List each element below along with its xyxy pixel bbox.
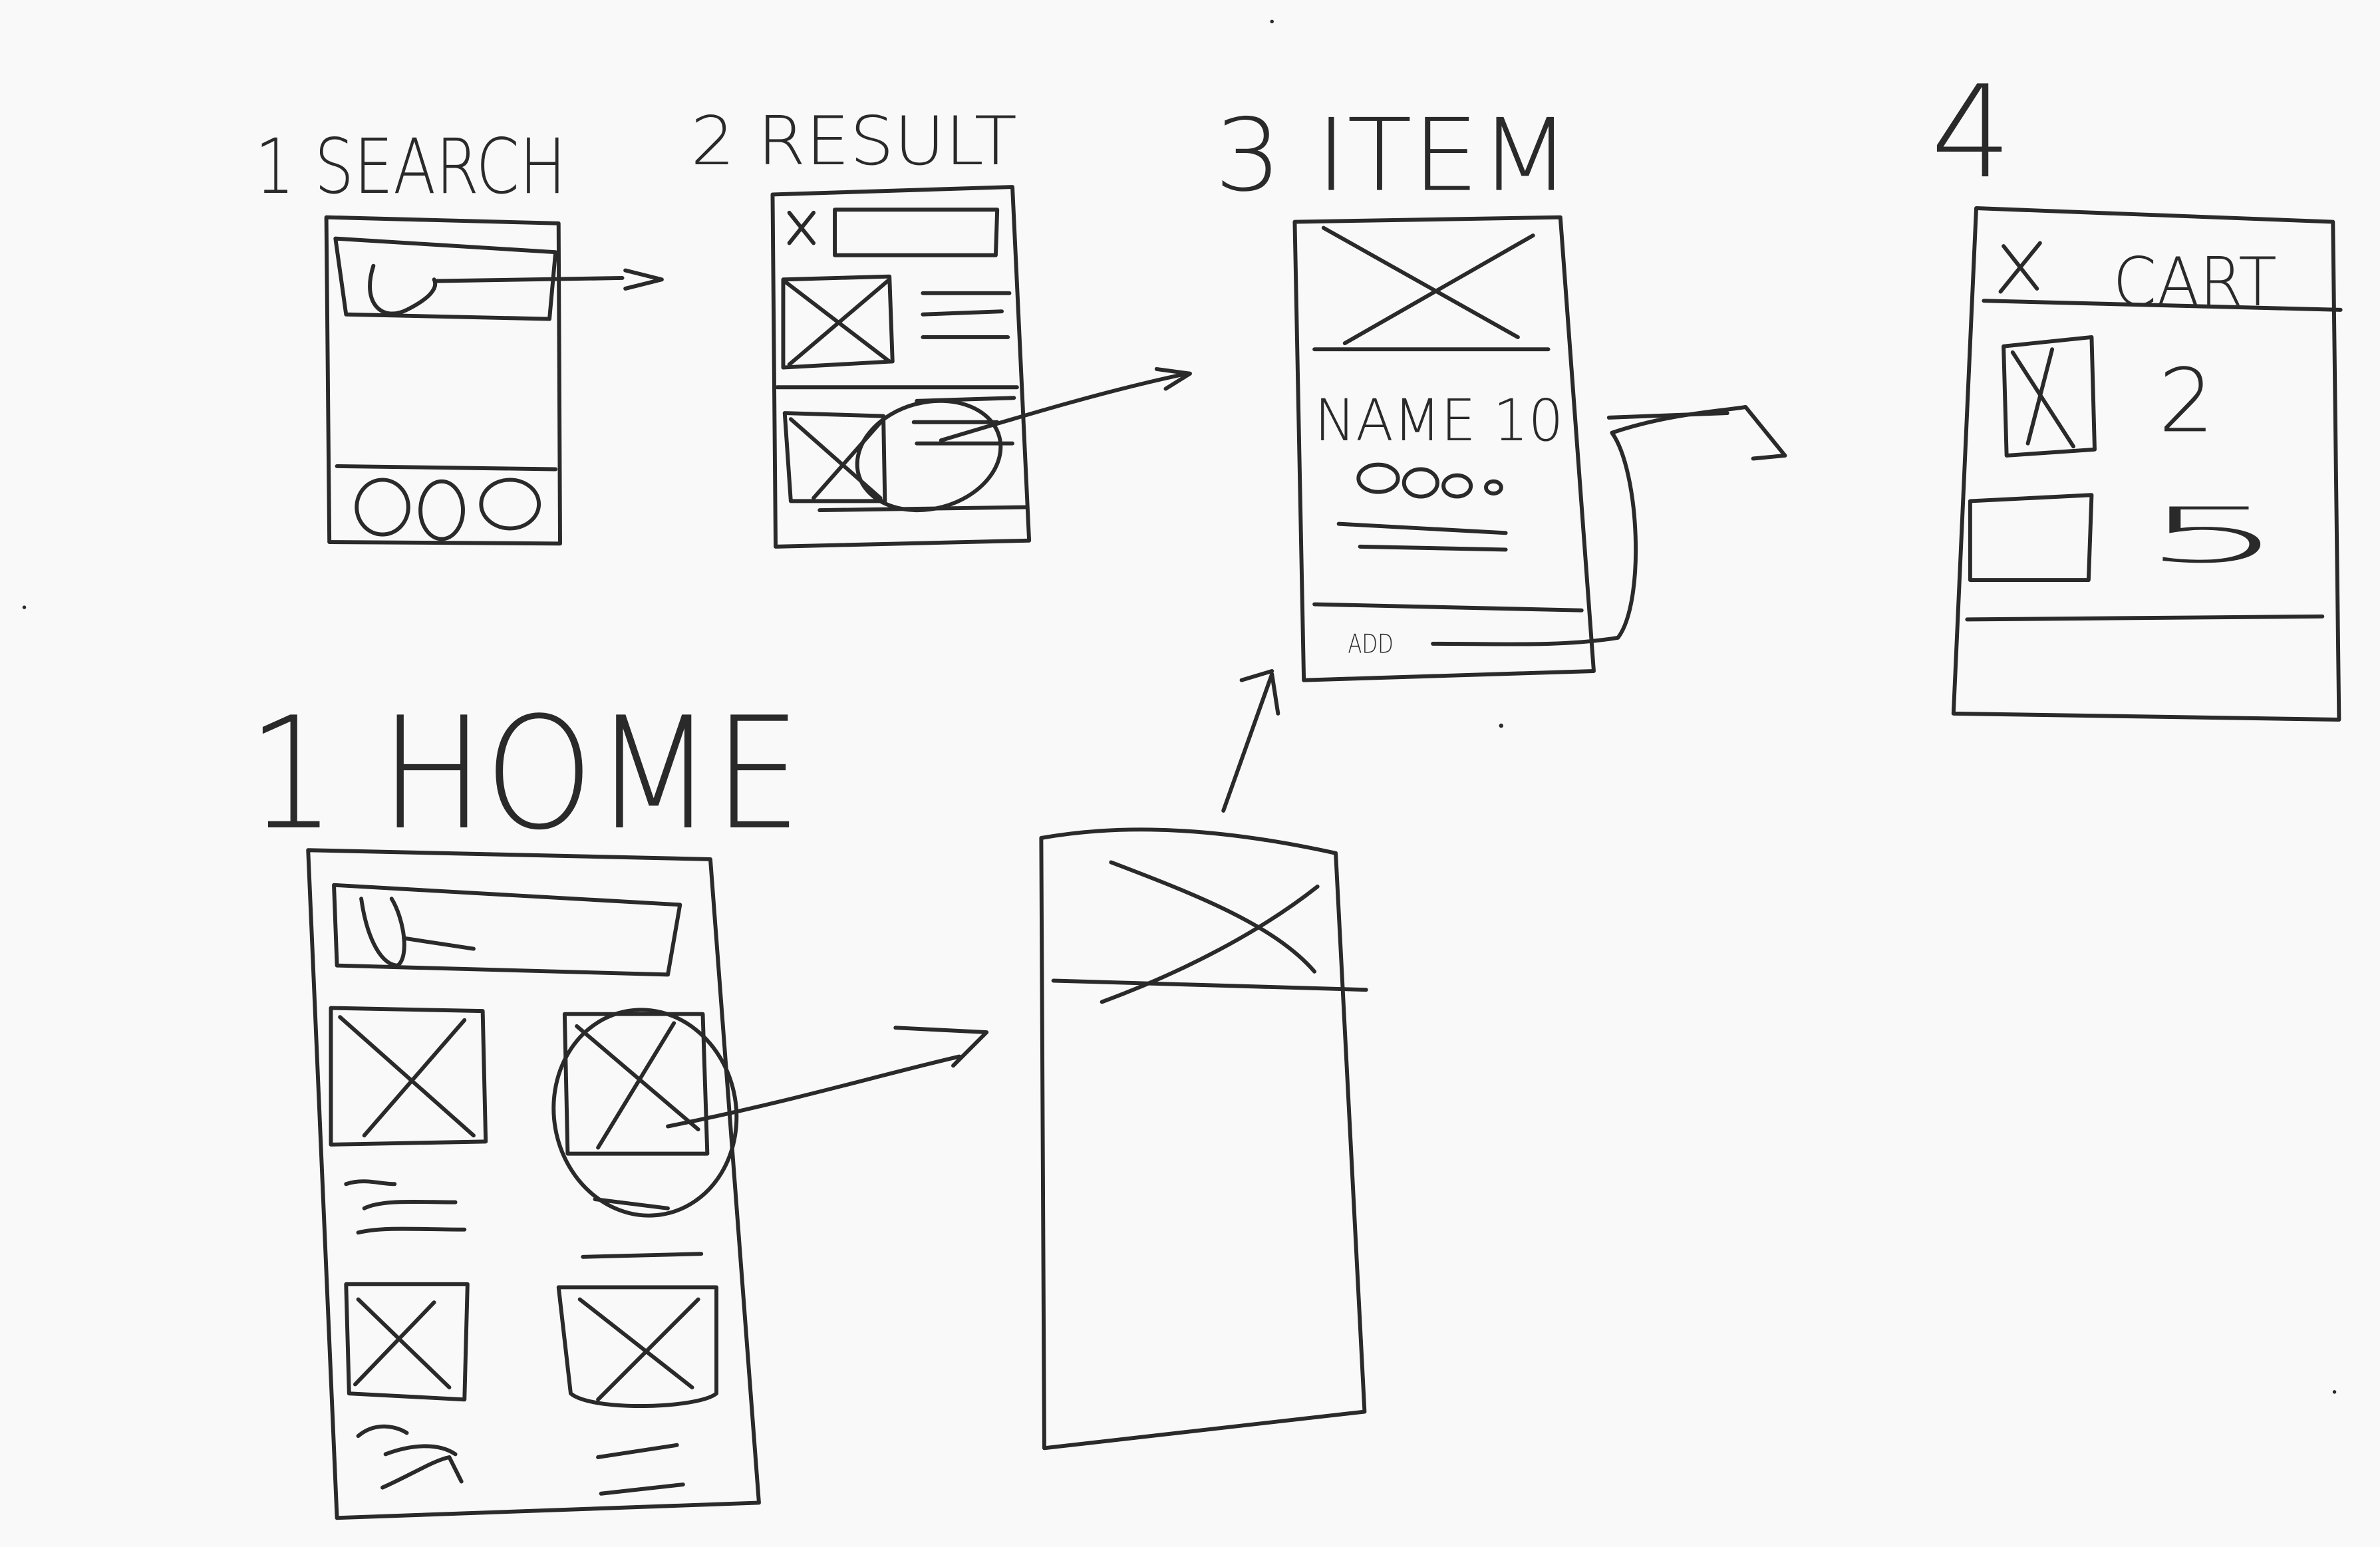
result-image-placeholder bbox=[781, 274, 895, 370]
ink-dot bbox=[2332, 1390, 2337, 1394]
result-screen-wireframe bbox=[770, 185, 1192, 549]
rating-dot-icon bbox=[1484, 479, 1503, 495]
close-icon bbox=[787, 210, 816, 245]
detail-image-divider bbox=[1051, 978, 1368, 992]
cart-quantity: 2 bbox=[2158, 350, 2214, 452]
title-result: 2 RESULT bbox=[690, 102, 1017, 180]
home-product-text bbox=[596, 1443, 685, 1496]
cart-header-label: CART bbox=[2113, 243, 2276, 321]
rating-dot-icon bbox=[1441, 473, 1473, 499]
home-product-image bbox=[344, 1282, 470, 1402]
result-divider bbox=[818, 505, 1028, 513]
arrow-search-to-result bbox=[435, 268, 664, 291]
home-product-image bbox=[562, 1012, 710, 1156]
wireframe-canvas: 1 SEARCH 2 RESULT 3 ITEM 4 1 HOME NAME 1… bbox=[0, 0, 2380, 1547]
title-cart-step: 4 bbox=[1931, 59, 2012, 207]
home-product-image bbox=[329, 1006, 488, 1147]
title-search: 1 SEARCH bbox=[255, 122, 566, 211]
arrow-home-to-detail bbox=[666, 1026, 989, 1129]
result-text-lines bbox=[921, 291, 1012, 339]
close-icon bbox=[1998, 241, 2042, 294]
home-product-text bbox=[356, 1424, 458, 1457]
item-name-label: NAME 10 bbox=[1314, 388, 1563, 454]
cart-screen-wireframe: CART 2 5 bbox=[1951, 206, 2343, 722]
home-product-text bbox=[344, 1179, 467, 1235]
result-search-bar bbox=[833, 208, 1000, 257]
arrow-detail-to-item bbox=[1221, 669, 1280, 813]
title-home: 1 HOME bbox=[247, 684, 802, 864]
selection-circle bbox=[855, 398, 1003, 513]
detail-screen-wireframe bbox=[1039, 669, 1368, 1451]
cart-footer-divider bbox=[1965, 614, 2325, 622]
item-image-placeholder bbox=[1321, 225, 1535, 346]
item-footer-divider bbox=[1312, 602, 1584, 613]
nav-dot-icon bbox=[418, 479, 465, 541]
nav-dot-icon bbox=[479, 478, 541, 531]
detail-image-placeholder bbox=[1100, 860, 1320, 1004]
selection-circle bbox=[551, 1008, 739, 1218]
detail-screen-frame bbox=[1039, 827, 1367, 1451]
rating-dot-icon bbox=[1356, 462, 1400, 494]
home-product-text bbox=[380, 1455, 464, 1490]
ink-dot bbox=[1499, 723, 1503, 728]
search-bottom-divider bbox=[335, 464, 558, 472]
nav-dot-icon bbox=[355, 478, 410, 537]
search-screen-wireframe bbox=[324, 215, 664, 546]
cart-item-image bbox=[1968, 493, 2094, 583]
arrow-item-to-cart-stroke bbox=[1606, 411, 1729, 420]
home-screen-wireframe bbox=[306, 848, 989, 1520]
add-to-cart-label: ADD bbox=[1348, 630, 1393, 660]
result-image-placeholder bbox=[782, 411, 887, 503]
wireframe-sketch: 1 SEARCH 2 RESULT 3 ITEM 4 1 HOME NAME 1… bbox=[22, 19, 2343, 1520]
ink-dot bbox=[1270, 19, 1274, 24]
title-item: 3 ITEM bbox=[1215, 97, 1571, 214]
arrow-result-to-item bbox=[939, 366, 1192, 443]
search-icon bbox=[368, 263, 438, 316]
item-screen-wireframe: NAME 10 ADD bbox=[1292, 215, 1787, 682]
ink-dot bbox=[22, 605, 27, 609]
home-product-image bbox=[556, 1285, 719, 1408]
rating-dot-icon bbox=[1402, 467, 1439, 499]
search-icon bbox=[359, 897, 476, 968]
cart-quantity: 5 bbox=[2140, 492, 2286, 580]
cart-item-image bbox=[2002, 335, 2097, 458]
item-description-lines bbox=[1336, 521, 1508, 552]
